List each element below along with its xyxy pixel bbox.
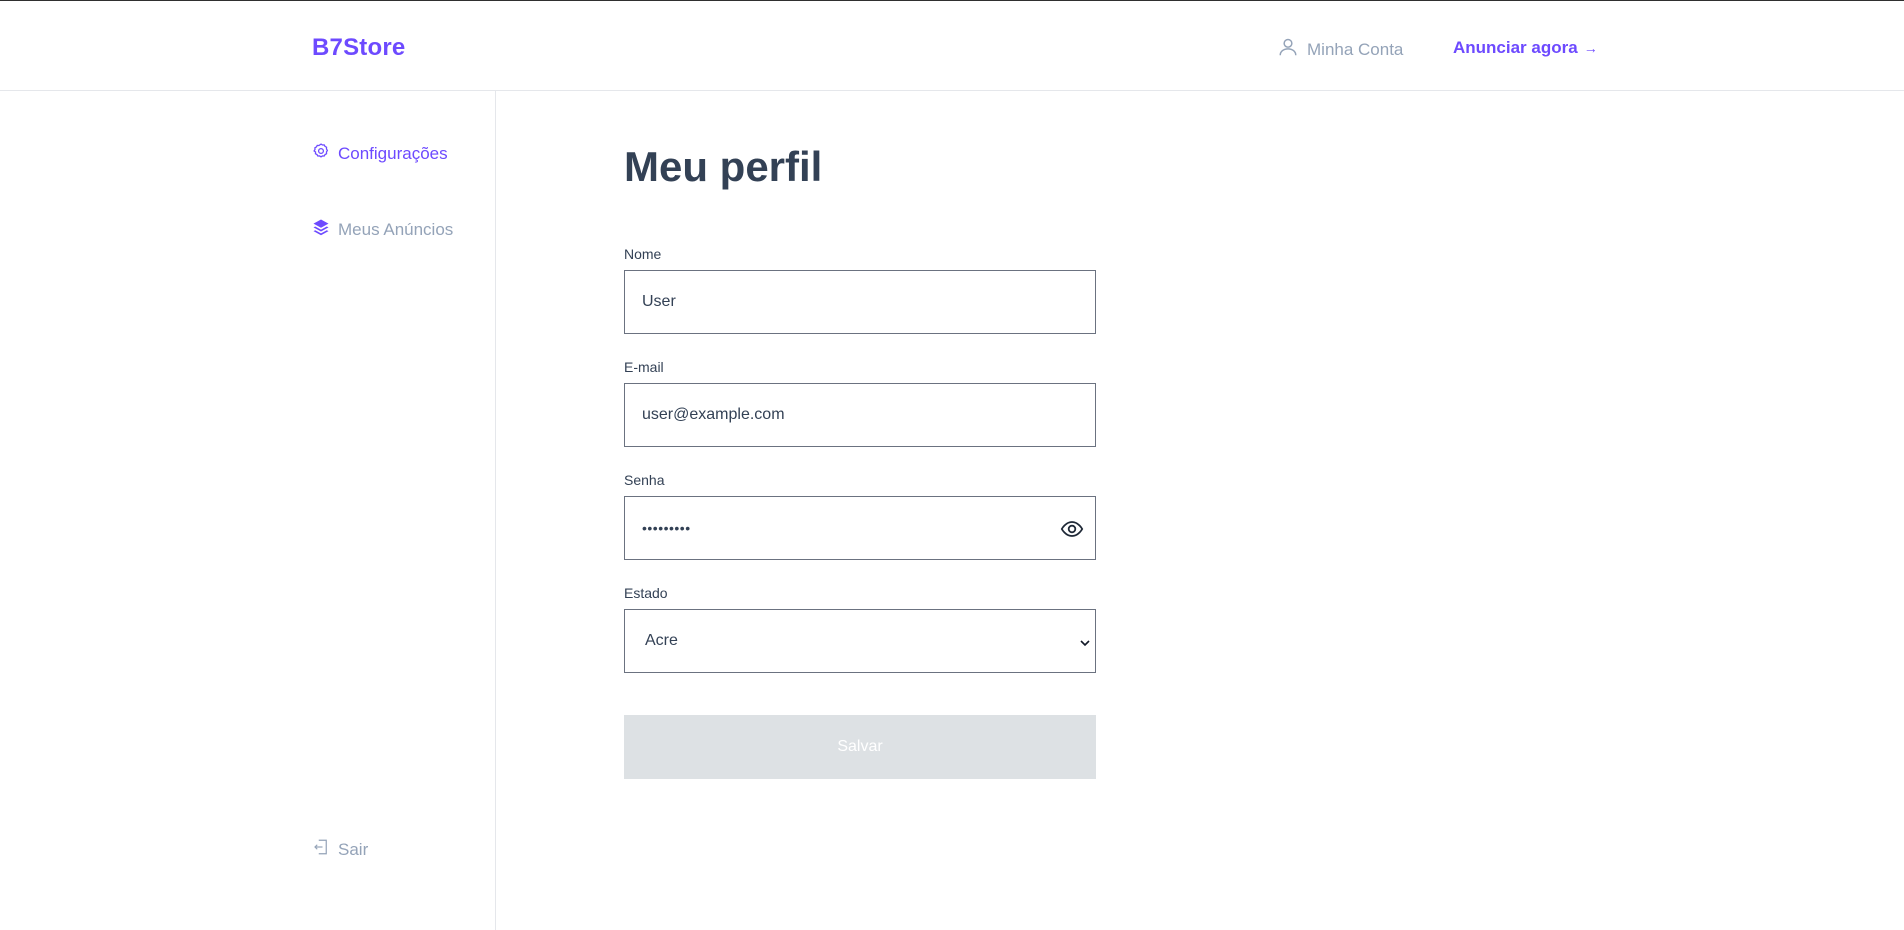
sidebar-item-label: Configurações [338,143,448,163]
password-field-group: Senha ••••••••• [624,472,1096,560]
name-field-group: Nome User [624,246,1096,334]
state-field-group: Estado Acre [624,585,1096,673]
advertise-now-link[interactable]: Anunciar agora → [1453,38,1598,58]
password-label: Senha [624,472,665,488]
chevron-down-icon [1079,636,1091,648]
state-select[interactable]: Acre [624,609,1096,673]
my-account-link[interactable]: Minha Conta [1277,35,1403,64]
name-input[interactable]: User [624,270,1096,334]
my-account-label: Minha Conta [1307,39,1404,59]
arrow-right-icon: → [1583,40,1598,56]
sidebar-item-settings[interactable]: Configurações [312,142,448,165]
logo[interactable]: B7Store [312,34,405,62]
save-button[interactable]: Salvar [624,715,1096,779]
state-value: Acre [645,632,678,649]
email-value: user@example.com [642,406,785,423]
state-label: Estado [624,585,668,601]
email-input[interactable]: user@example.com [624,383,1096,447]
email-field-group: E-mail user@example.com [624,359,1096,447]
sidebar-item-my-ads[interactable]: Meus Anúncios [312,218,453,241]
password-value: ••••••••• [642,520,691,536]
email-label: E-mail [624,359,664,375]
page-title: Meu perfil [624,143,823,190]
sidebar-item-label: Meus Anúncios [338,219,454,239]
eye-icon[interactable] [1060,517,1084,541]
logout-link[interactable]: Sair [312,838,368,861]
user-icon [1277,35,1299,64]
sidebar: Configurações Meus Anúncios Sair [0,91,496,930]
advertise-now-label: Anunciar agora [1453,38,1578,57]
logout-icon [312,838,330,861]
top-header: B7Store Minha Conta Anunciar agora → [0,1,1904,91]
layers-icon [312,218,330,241]
logout-label: Sair [338,839,369,859]
name-value: User [642,293,676,310]
password-input[interactable]: ••••••••• [624,496,1096,560]
name-label: Nome [624,246,662,262]
gear-icon [312,142,330,165]
